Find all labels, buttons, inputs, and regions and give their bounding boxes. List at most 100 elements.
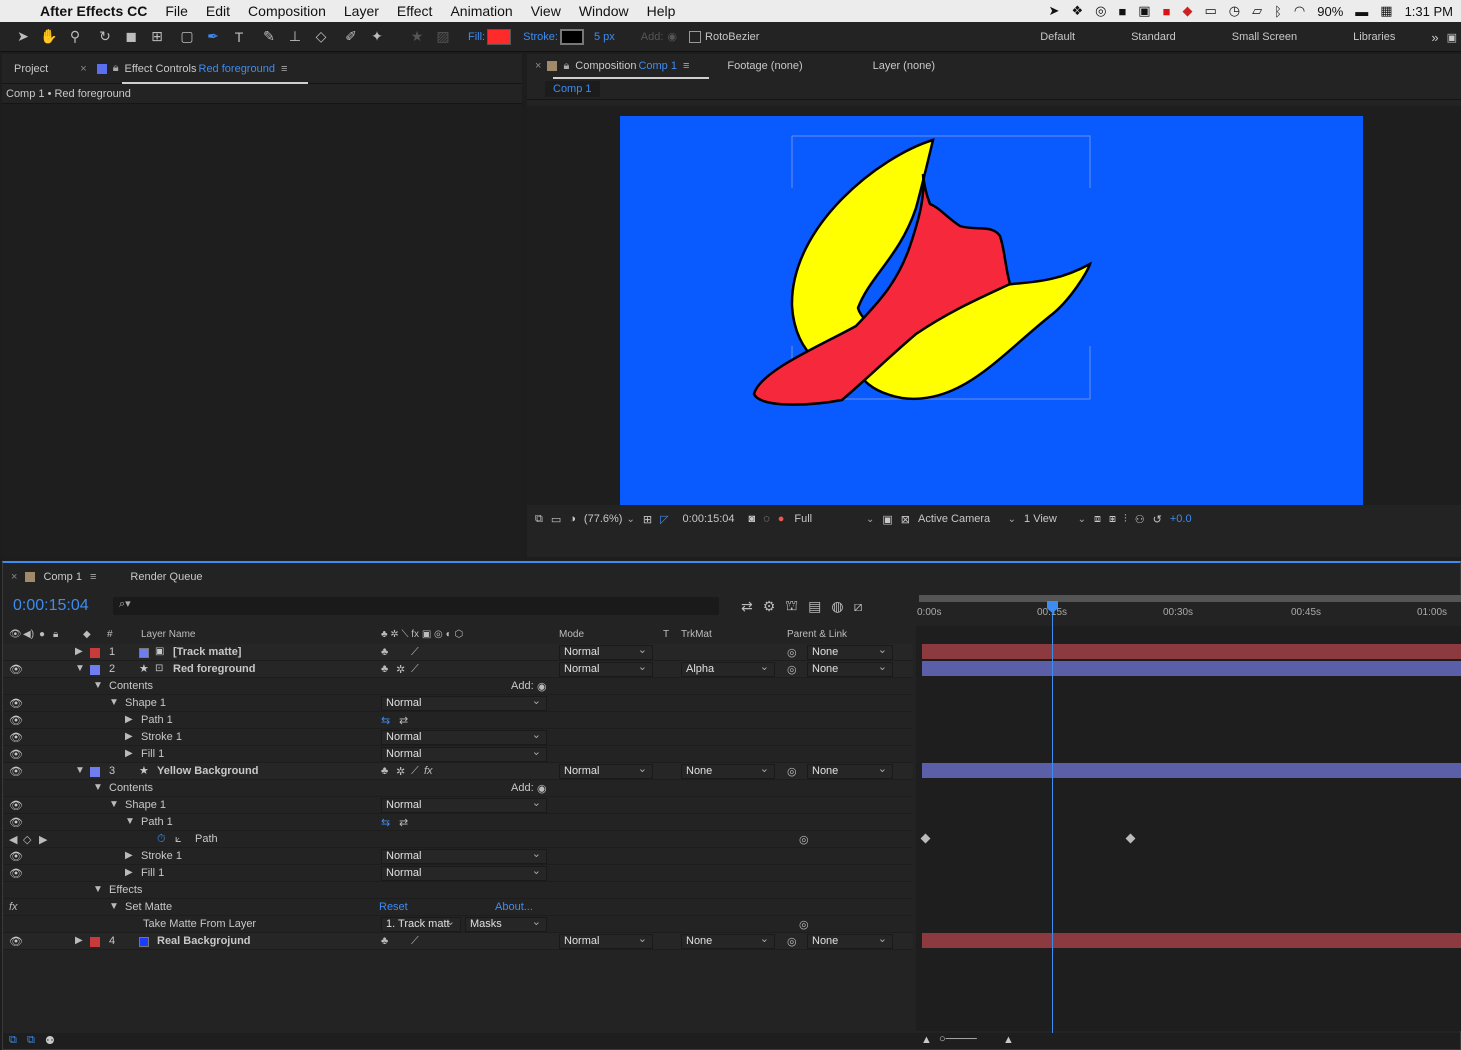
app-status-icon-3[interactable]: ◆ [1182, 3, 1192, 19]
expand-triangle-icon[interactable]: ▶ [125, 867, 133, 878]
acrobat-icon[interactable]: ■ [1163, 4, 1171, 19]
fast-previews-icon[interactable]: ▣ [882, 513, 892, 526]
collapse-triangle-icon[interactable]: ▼ [125, 816, 135, 827]
visibility-eye-icon[interactable]: 👁︎ [9, 867, 23, 880]
expand-triangle-icon[interactable]: ▶ [75, 935, 83, 946]
comp-subtab[interactable]: Comp 1 [545, 80, 600, 97]
workspace-small-screen[interactable]: Small Screen [1232, 31, 1297, 43]
reset-exposure-icon[interactable]: ↺ [1153, 513, 1162, 526]
graph-icon[interactable]: ⟀ [175, 833, 182, 846]
collapse-switch-icon[interactable]: ✲ [396, 765, 405, 778]
workspace-libraries[interactable]: Libraries [1353, 31, 1395, 43]
prev-keyframe-icon[interactable]: ◀ [9, 833, 17, 846]
frame-blending-icon[interactable]: ▤ [808, 598, 821, 615]
draft-3d-icon[interactable]: ⧆ [1109, 513, 1116, 526]
puppet-tool-icon[interactable]: ✦ [366, 26, 388, 48]
layer-duration-bar[interactable] [922, 933, 1461, 948]
timeline-timecode[interactable]: 0:00:15:04 [13, 597, 113, 615]
shy-icon[interactable]: ⛫ [785, 597, 798, 616]
tab-render-queue[interactable]: Render Queue [130, 571, 202, 583]
flowchart-icon[interactable]: ⫶ [1124, 513, 1127, 526]
workspace-menu-icon[interactable]: ▣ [1447, 31, 1457, 44]
panel-menu-icon[interactable]: ≡ [90, 571, 96, 583]
property-row[interactable]: ▼ Contents Add: ◉ [3, 678, 913, 695]
in-out-icon[interactable]: ⚉ [45, 1034, 55, 1047]
layer-switches-icon[interactable]: ⧉ [9, 1034, 17, 1047]
quality-switch-icon[interactable]: ⟋ [411, 646, 419, 659]
snapshot-icon[interactable]: ◙ [749, 513, 756, 525]
camera-dropdown[interactable]: Active Camera ⌄ [918, 513, 1016, 525]
parent-dropdown[interactable]: None [807, 660, 893, 677]
add-shape-icon[interactable]: ◉ [537, 680, 547, 693]
visibility-eye-icon[interactable]: 👁︎ [9, 935, 23, 948]
shy-switch-icon[interactable]: ♣ [381, 935, 388, 947]
menu-edit[interactable]: Edit [206, 3, 230, 19]
dropbox-icon[interactable]: ❖ [1071, 3, 1083, 19]
rotate-tool-icon[interactable]: ↻ [94, 26, 116, 48]
app-status-icon[interactable]: ■ [1118, 4, 1126, 19]
mode-dropdown[interactable]: Normal [559, 762, 653, 779]
property-row[interactable]: 👁︎ ▶ Stroke 1 Normal [3, 847, 913, 865]
reverse-path-icon[interactable]: ⇄ [399, 714, 408, 727]
tab-effect-controls[interactable]: 🔒︎ Effect Controls Red foreground ≡ [96, 62, 287, 75]
menu-file[interactable]: File [165, 3, 188, 19]
visibility-eye-icon[interactable]: 👁︎ [9, 714, 23, 727]
add-shape-icon[interactable]: ◉ [537, 782, 547, 795]
mode-dropdown[interactable]: Normal [559, 660, 653, 677]
type-tool-icon[interactable]: T [228, 26, 250, 48]
airplay-icon[interactable]: ▱ [1252, 3, 1262, 19]
lock-icon[interactable]: 🔒︎ [113, 62, 119, 75]
workspace-default[interactable]: Default [1040, 31, 1075, 43]
visibility-eye-icon[interactable]: 👁︎ [9, 748, 23, 761]
visibility-eye-icon[interactable]: 👁︎ [9, 765, 23, 778]
location-icon[interactable]: ➤ [1049, 3, 1060, 19]
wifi-icon[interactable]: ◠ [1294, 3, 1305, 19]
trkmat-dropdown[interactable]: None [681, 762, 775, 779]
property-row[interactable]: 👁︎ ▼ Shape 1 Normal [3, 796, 913, 814]
menu-view[interactable]: View [531, 3, 561, 19]
keyframe[interactable] [1125, 833, 1136, 844]
menu-layer[interactable]: Layer [344, 3, 379, 19]
pen-tool-icon[interactable]: ✒ [202, 26, 224, 48]
label-color-chip[interactable] [90, 648, 100, 658]
tab-composition[interactable]: 🔒︎ Composition Comp 1 ≡ [547, 60, 689, 73]
visibility-eye-icon[interactable]: 👁︎ [9, 799, 23, 812]
menu-effect[interactable]: Effect [397, 3, 433, 19]
pickwhip-icon[interactable]: ◎ [787, 646, 797, 659]
reset-link[interactable]: Reset [379, 901, 408, 913]
layer-duration-bar[interactable] [922, 763, 1461, 778]
shy-switch-icon[interactable]: ♣ [381, 646, 388, 658]
about-link[interactable]: About... [495, 901, 533, 913]
shy-switch-icon[interactable]: ♣ [381, 765, 388, 777]
layer-name[interactable]: Red foreground [173, 663, 256, 675]
layer-row[interactable]: 👁︎ ▶ 4 Real Backgrojund ♣ ⟋ Normal None … [3, 932, 913, 950]
next-keyframe-icon[interactable]: ▶ [39, 833, 47, 846]
property-row[interactable]: 👁︎ ▶ Fill 1 Normal [3, 864, 913, 882]
visibility-eye-icon[interactable]: 👁︎ [9, 816, 23, 829]
visibility-eye-icon[interactable]: 👁︎ [9, 663, 23, 676]
layer-duration-bar[interactable] [922, 661, 1461, 676]
rotobezier-checkbox[interactable] [689, 30, 702, 43]
selection-tool-icon[interactable]: ➤ [12, 26, 34, 48]
graph-editor-icon[interactable]: ⧄ [854, 598, 863, 615]
hand-tool-icon[interactable]: ✋ [38, 26, 60, 48]
composition-canvas[interactable] [620, 116, 1363, 533]
input-source-icon[interactable]: ▦ [1380, 3, 1392, 19]
close-icon[interactable]: × [11, 571, 17, 583]
collapse-triangle-icon[interactable]: ▼ [93, 680, 103, 691]
resolution-dropdown[interactable]: Full ⌄ [794, 513, 874, 525]
comp-flowchart-icon[interactable]: ⚇ [1135, 513, 1145, 526]
take-matte-source-dropdown[interactable]: Masks [465, 915, 547, 932]
toggle-pixel-aspect-icon[interactable]: ⧈ [1094, 513, 1101, 526]
layer-name[interactable]: [Track matte] [173, 646, 241, 658]
layer-name[interactable]: Yellow Background [157, 765, 258, 777]
layer-row[interactable]: 👁︎ ▼ 2 ★ ⊡ Red foreground ♣ ✲ ⟋ Normal A… [3, 660, 913, 678]
tab-layer[interactable]: Layer (none) [873, 60, 935, 72]
quality-switch-icon[interactable]: ⟋ [411, 663, 419, 676]
blend-mode-dropdown[interactable]: Normal [381, 745, 547, 762]
expression-pickwhip-icon[interactable]: ◎ [799, 833, 809, 846]
trkmat-dropdown[interactable]: None [681, 932, 775, 949]
battery-percent[interactable]: 90% [1317, 4, 1343, 19]
bluetooth-icon[interactable]: ᛒ [1274, 4, 1282, 19]
stroke-color-swatch[interactable] [559, 28, 584, 45]
